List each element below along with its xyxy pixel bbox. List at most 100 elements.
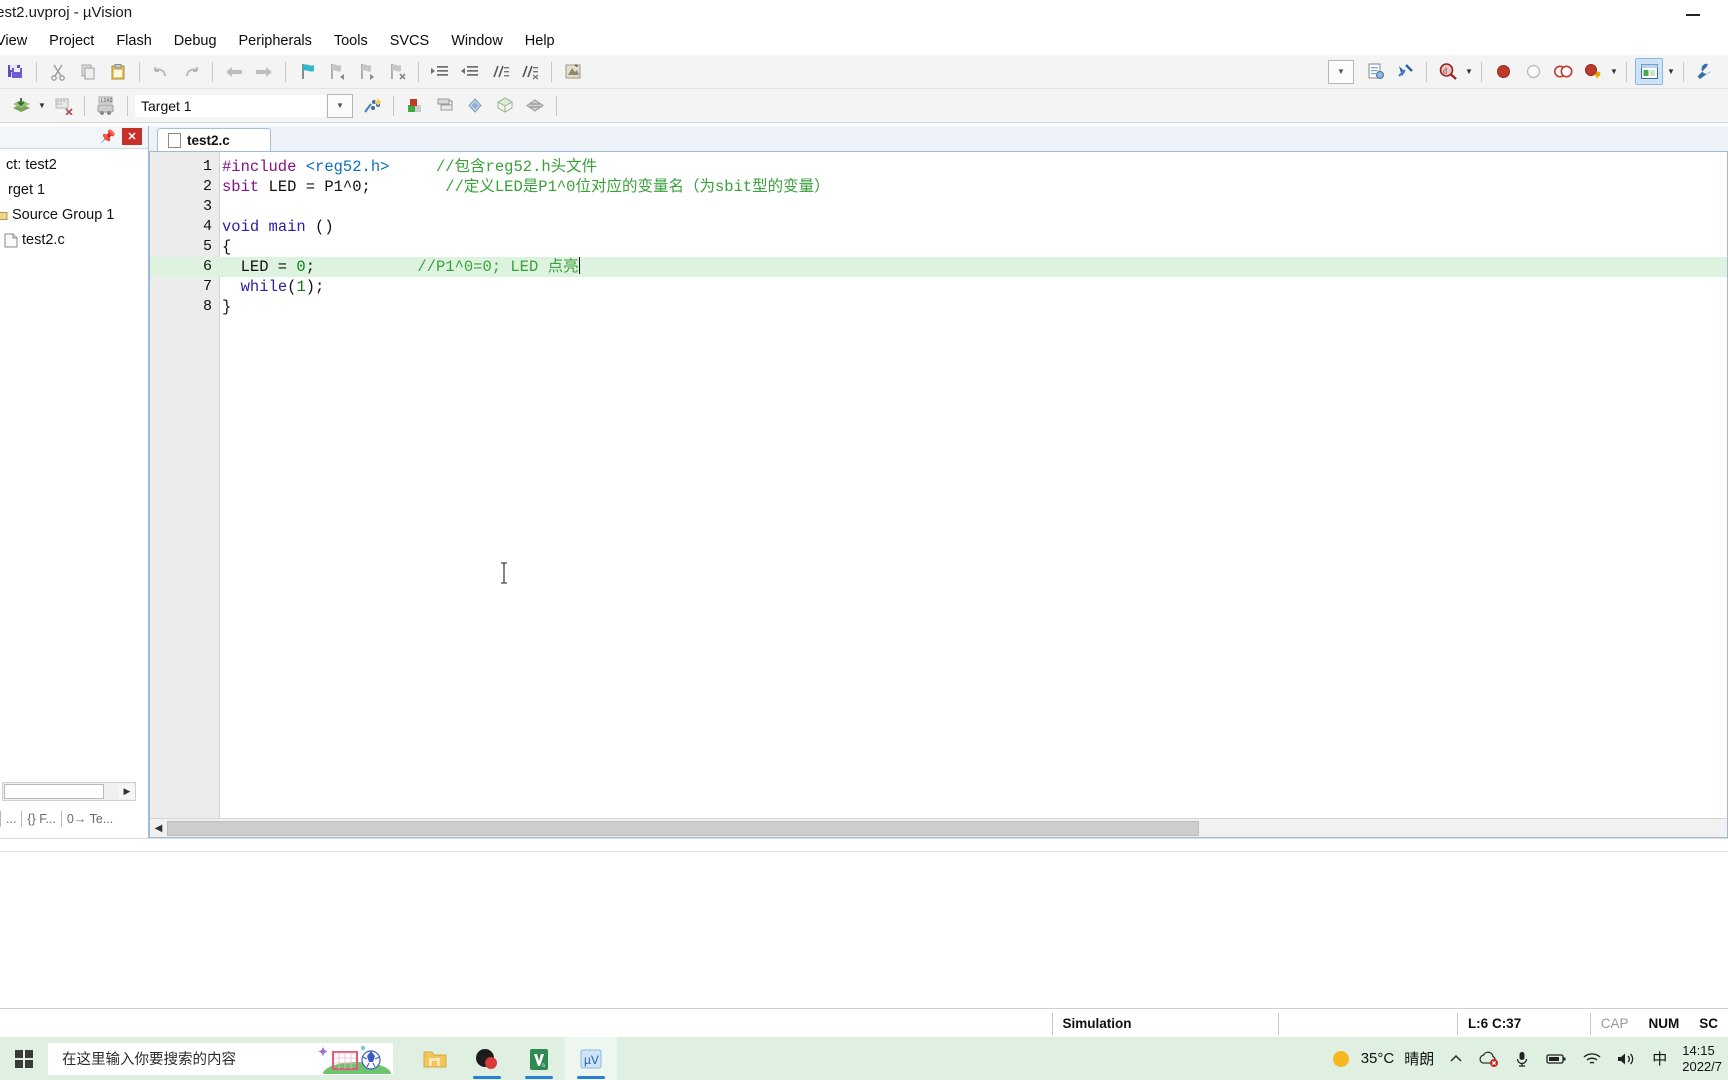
rebuild-icon[interactable] <box>50 93 76 118</box>
menu-item-tools[interactable]: Tools <box>323 31 379 51</box>
indent-increase-icon[interactable] <box>427 59 453 84</box>
target-selector[interactable]: Target 1 <box>134 93 327 118</box>
comment-lines-icon[interactable] <box>487 59 513 84</box>
windows-dropdown-icon[interactable]: ▼ <box>1665 60 1677 84</box>
code-line[interactable]: 8} <box>150 297 1727 317</box>
scroll-left-icon[interactable]: ◀ <box>150 820 167 836</box>
tree-item[interactable]: rget 1 <box>0 177 148 202</box>
code-line[interactable]: 7 while(1); <box>150 277 1727 297</box>
paste-icon[interactable] <box>105 59 131 84</box>
tab-test2-c[interactable]: test2.c <box>157 128 271 152</box>
toolbar-separator <box>418 61 419 82</box>
code-line[interactable]: 4 void main () <box>150 217 1727 237</box>
cut-icon[interactable] <box>45 59 71 84</box>
minimize-button[interactable] <box>1670 2 1716 28</box>
bookmark-prev-icon[interactable] <box>324 59 350 84</box>
manage-components-icon[interactable] <box>402 93 428 118</box>
download-icon[interactable]: LOAD <box>93 93 119 118</box>
wifi-icon[interactable] <box>1575 1051 1609 1067</box>
code-line[interactable]: 2 sbit LED = P1^0; //定义LED是P1^0位对应的变量名（为s… <box>150 177 1727 197</box>
navigate-forward-icon[interactable] <box>251 59 277 84</box>
copy-icon[interactable] <box>75 59 101 84</box>
menu-item-peripherals[interactable]: Peripherals <box>228 31 323 51</box>
customize-tools-icon[interactable] <box>1692 59 1718 84</box>
save-all-icon[interactable] <box>2 59 28 84</box>
bookmark-clear-icon[interactable] <box>384 59 410 84</box>
ime-indicator[interactable]: 中 <box>1645 1048 1674 1069</box>
weather-widget[interactable]: 35°C 晴朗 <box>1322 1047 1442 1071</box>
minimize-icon <box>1686 14 1700 16</box>
disable-breakpoint-icon[interactable] <box>1520 59 1546 84</box>
taskbar-search-box[interactable]: 在这里输入你要搜索的内容 <box>48 1042 393 1075</box>
scroll-right-icon[interactable]: ▶ <box>119 784 135 799</box>
indent-decrease-icon[interactable] <box>457 59 483 84</box>
tree-item[interactable]: test2.c <box>4 227 148 252</box>
text-file-icon[interactable] <box>1362 59 1388 84</box>
code-editor[interactable]: 1 #include <reg52.h> //包含reg52.h头文件 2 sbit … <box>149 151 1728 838</box>
scrollbar-thumb[interactable] <box>4 784 104 799</box>
pin-icon[interactable]: 📌 <box>100 129 116 145</box>
find-in-files-icon[interactable]: d <box>1435 59 1461 84</box>
battery-icon[interactable] <box>1537 1051 1575 1067</box>
code-line[interactable]: 3 <box>150 197 1727 217</box>
code-line[interactable]: 5{ <box>150 237 1727 257</box>
toolbar-dropdown-icon[interactable]: ▼ <box>1328 59 1354 84</box>
kill-all-breakpoints-icon[interactable] <box>1550 59 1576 84</box>
taskbar-app-keil-uvision[interactable]: µV <box>565 1037 617 1080</box>
item-icon[interactable] <box>462 93 488 118</box>
undo-icon[interactable] <box>148 59 174 84</box>
redo-icon[interactable] <box>178 59 204 84</box>
start-button[interactable] <box>0 1037 48 1080</box>
batch-setup-icon[interactable] <box>522 93 548 118</box>
build-dropdown-icon[interactable]: ▼ <box>36 94 48 118</box>
disable-all-breakpoints-icon[interactable] <box>1580 59 1606 84</box>
menu-item-flash[interactable]: Flash <box>105 31 162 51</box>
find-dropdown-icon[interactable]: ▼ <box>1463 60 1475 84</box>
line-number: 5 <box>202 238 212 255</box>
menu-item-help[interactable]: Help <box>514 31 566 51</box>
target-options-icon[interactable] <box>359 93 385 118</box>
tree-item[interactable]: ct: test2 <box>0 152 148 177</box>
menu-item-debug[interactable]: Debug <box>163 31 228 51</box>
scrollbar-thumb[interactable] <box>167 820 1199 836</box>
menu-item-window[interactable]: Window <box>440 31 514 51</box>
taskbar-app-wps[interactable]: s <box>513 1037 565 1080</box>
project-horizontal-scrollbar[interactable]: ▶ <box>2 782 136 801</box>
editor-horizontal-scrollbar[interactable]: ◀ <box>150 818 1727 837</box>
open-file-icon[interactable] <box>560 59 586 84</box>
status-mode: Simulation <box>1062 1016 1132 1031</box>
taskbar-app-file-explorer[interactable] <box>409 1037 461 1080</box>
project-items-icon[interactable] <box>492 93 518 118</box>
bookmark-toggle-icon[interactable] <box>294 59 320 84</box>
tree-item[interactable]: Source Group 1 <box>0 202 148 227</box>
code-content[interactable]: 1 #include <reg52.h> //包含reg52.h头文件 2 sbit … <box>150 157 1727 317</box>
menu-item-project[interactable]: Project <box>38 31 105 51</box>
manage-windows-icon[interactable] <box>1635 58 1663 85</box>
menu-item-view[interactable]: View <box>0 31 38 51</box>
menu-item-svcs[interactable]: SVCS <box>379 31 441 51</box>
project-panel: 📌 ✕ ct: test2 rget 1 Source Group 1 test2.c… <box>0 126 149 838</box>
project-panel-tab[interactable]: {} F... <box>21 811 61 827</box>
navigate-back-icon[interactable] <box>221 59 247 84</box>
insert-breakpoint-icon[interactable] <box>1490 59 1516 84</box>
breakpoints-dropdown-icon[interactable]: ▼ <box>1608 60 1620 84</box>
build-icon[interactable] <box>8 93 34 118</box>
code-line[interactable]: 1 #include <reg52.h> //包含reg52.h头文件 <box>150 157 1727 177</box>
uncomment-lines-icon[interactable] <box>517 59 543 84</box>
bookmark-next-icon[interactable] <box>354 59 380 84</box>
project-panel-tab[interactable]: 0→ Te... <box>60 811 118 827</box>
target-dropdown-icon[interactable]: ▼ <box>327 93 353 118</box>
code-line-text: #include <reg52.h> //包含reg52.h头文件 <box>222 157 597 177</box>
close-icon[interactable]: ✕ <box>122 128 142 145</box>
chevron-up-icon[interactable] <box>1441 1051 1471 1067</box>
code-token: ; <box>305 258 418 276</box>
taskbar-app-obs-studio[interactable] <box>461 1037 513 1080</box>
code-line[interactable]: 6 LED = 0; //P1^0=0; LED 点亮 <box>150 257 1727 277</box>
multi-project-icon[interactable] <box>432 93 458 118</box>
taskbar-clock[interactable]: 14:15 2022/7 <box>1674 1043 1728 1075</box>
onedrive-offline-icon[interactable] <box>1471 1050 1507 1068</box>
project-panel-tab[interactable]: ... <box>0 811 21 827</box>
microphone-icon[interactable] <box>1507 1050 1537 1068</box>
volume-icon[interactable] <box>1609 1051 1645 1067</box>
configure-tools-icon[interactable] <box>1392 59 1418 84</box>
